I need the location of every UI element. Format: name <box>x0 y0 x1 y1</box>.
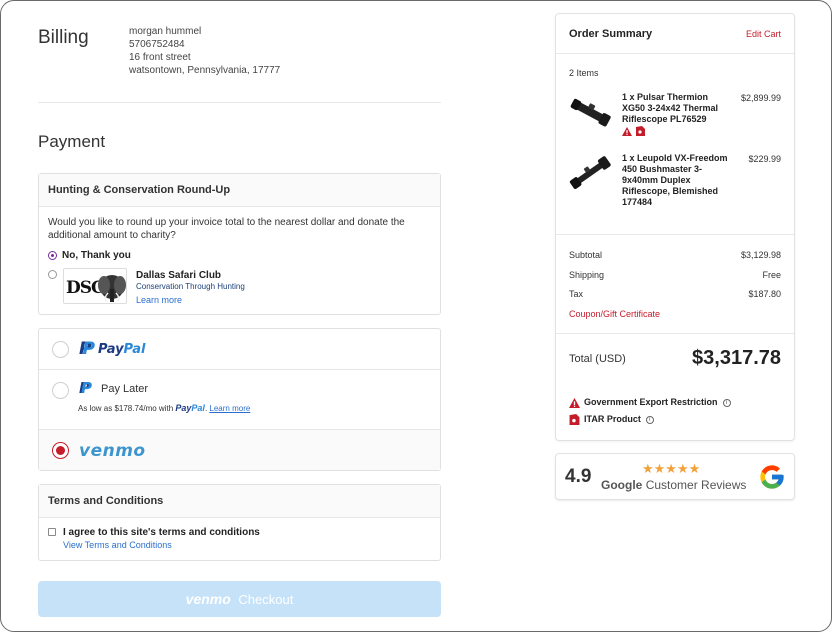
terms-checkbox[interactable] <box>48 528 56 536</box>
paypal-logo-icon: PP <box>79 339 95 359</box>
billing-street: 16 front street <box>129 52 191 63</box>
charity-tagline: Conservation Through Hunting <box>136 282 245 291</box>
leupold-riflescope-image <box>569 156 611 189</box>
radio-paypal[interactable] <box>52 341 69 358</box>
order-summary: Order Summary Edit Cart 2 Items 1 x Puls… <box>555 13 795 441</box>
option-no-thanks-label[interactable]: No, Thank you <box>62 250 131 261</box>
roundup-header: Hunting & Conservation Round-Up <box>39 174 440 207</box>
order-summary-title: Order Summary <box>569 28 653 40</box>
paypal-inline-pal: Pal <box>191 403 205 413</box>
shipping-label: Shipping <box>569 270 605 280</box>
items-count: 2 Items <box>569 68 599 78</box>
payment-methods-card: PP PayPal PP Pay Later As low as $178.74… <box>38 328 441 471</box>
item-2-price: $229.99 <box>748 154 781 164</box>
venmo-checkout-brand: venmo <box>185 591 231 607</box>
checkout-label: Checkout <box>238 592 294 607</box>
tax-label: Tax <box>569 289 584 299</box>
venmo-checkout-button[interactable]: venmo Checkout <box>38 581 441 617</box>
itar-icon <box>636 126 645 136</box>
roundup-question: Would you like to round up your invoice … <box>48 217 405 241</box>
paypal-pay-text: Pay <box>98 342 124 357</box>
checkout-page: Billing morgan hummel 5706752484 16 fron… <box>0 0 832 632</box>
google-g-icon <box>760 465 784 489</box>
total-label: Total (USD) <box>569 353 626 365</box>
total-value: $3,317.78 <box>692 347 781 369</box>
paypal-inline-wordmark: PayPal <box>175 403 205 413</box>
paypal-wordmark: PayPal <box>98 342 145 357</box>
summary-divider <box>556 234 794 235</box>
summary-divider <box>556 333 794 334</box>
billing-name: morgan hummel <box>129 26 202 37</box>
paylater-label: Pay Later <box>101 383 149 395</box>
charity-name: Dallas Safari Club <box>136 270 222 281</box>
itar-icon <box>569 414 580 426</box>
subtotal-label: Subtotal <box>569 250 603 260</box>
payment-option-paylater[interactable]: PP Pay Later As low as $178.74/mo with P… <box>39 370 440 430</box>
charity-learn-more-link[interactable]: Learn more <box>136 295 182 305</box>
info-icon[interactable]: i <box>722 398 731 407</box>
export-restriction-notice: Government Export Restriction i <box>569 397 731 408</box>
billing-phone: 5706752484 <box>129 39 185 50</box>
venmo-wordmark: venmo <box>79 441 146 461</box>
payment-title: Payment <box>38 132 106 151</box>
payment-option-paypal[interactable]: PP PayPal <box>39 329 440 370</box>
export-warning-icon <box>569 397 580 408</box>
google-reviews-badge[interactable]: 4.9 ★★★★★ Google Customer Reviews <box>555 453 795 500</box>
paylater-aslow-text: As low as $178.74/mo with <box>78 404 174 413</box>
item-1-price: $2,899.99 <box>740 93 781 103</box>
paylater-period: . <box>204 404 208 413</box>
paypal-logo-icon: PP <box>79 379 92 397</box>
review-label: Google Customer Reviews <box>601 478 746 492</box>
radio-venmo[interactable] <box>52 442 69 459</box>
review-score: 4.9 <box>565 466 592 487</box>
itar-notice: ITAR Product i <box>569 414 654 426</box>
paypal-pal-text: Pal <box>123 342 146 357</box>
item-2-name: 1 x Leupold VX-Freedom 450 Bushmaster 3-… <box>622 153 728 207</box>
tax-value: $187.80 <box>748 289 781 299</box>
terms-header: Terms and Conditions <box>39 485 440 518</box>
review-google-text: Google <box>601 478 643 492</box>
dsc-logo: DSC <box>63 268 127 304</box>
terms-agree-label[interactable]: I agree to this site's terms and conditi… <box>63 527 260 538</box>
export-restriction-text: Government Export Restriction <box>584 397 718 407</box>
radio-dallas-safari-club[interactable] <box>48 270 57 279</box>
item-1-name: 1 x Pulsar Thermion XG50 3-24x42 Thermal… <box>622 92 719 124</box>
export-warning-icon <box>622 127 632 136</box>
view-terms-link[interactable]: View Terms and Conditions <box>63 540 172 550</box>
review-label-text: Customer Reviews <box>645 478 747 492</box>
terms-card: Terms and Conditions I agree to this sit… <box>38 484 441 561</box>
radio-no-thanks[interactable] <box>48 251 57 260</box>
info-icon[interactable]: i <box>645 415 654 424</box>
edit-cart-link[interactable]: Edit Cart <box>746 29 781 39</box>
order-summary-header: Order Summary Edit Cart <box>556 14 794 54</box>
billing-address: morgan hummel 5706752484 16 front street… <box>129 25 280 77</box>
radio-paylater[interactable] <box>52 382 69 399</box>
elephant-icon <box>98 275 126 302</box>
coupon-link[interactable]: Coupon/Gift Certificate <box>569 309 660 319</box>
paylater-learn-more-link[interactable]: Learn more <box>209 404 250 413</box>
thermal-riflescope-image <box>570 98 611 127</box>
payment-option-venmo[interactable]: venmo <box>39 430 440 470</box>
billing-title: Billing <box>38 27 89 48</box>
shipping-value: Free <box>762 270 781 280</box>
billing-section: Billing morgan hummel 5706752484 16 fron… <box>38 25 441 103</box>
paypal-inline-pay: Pay <box>175 403 192 413</box>
billing-city: watsontown, Pennsylvania, 17777 <box>129 65 281 76</box>
roundup-card: Hunting & Conservation Round-Up Would yo… <box>38 173 441 315</box>
subtotal-value: $3,129.98 <box>740 250 781 260</box>
itar-text: ITAR Product <box>584 414 641 424</box>
star-rating-icon: ★★★★★ <box>642 461 701 476</box>
paylater-terms: As low as $178.74/mo with PayPal. Learn … <box>78 403 250 413</box>
